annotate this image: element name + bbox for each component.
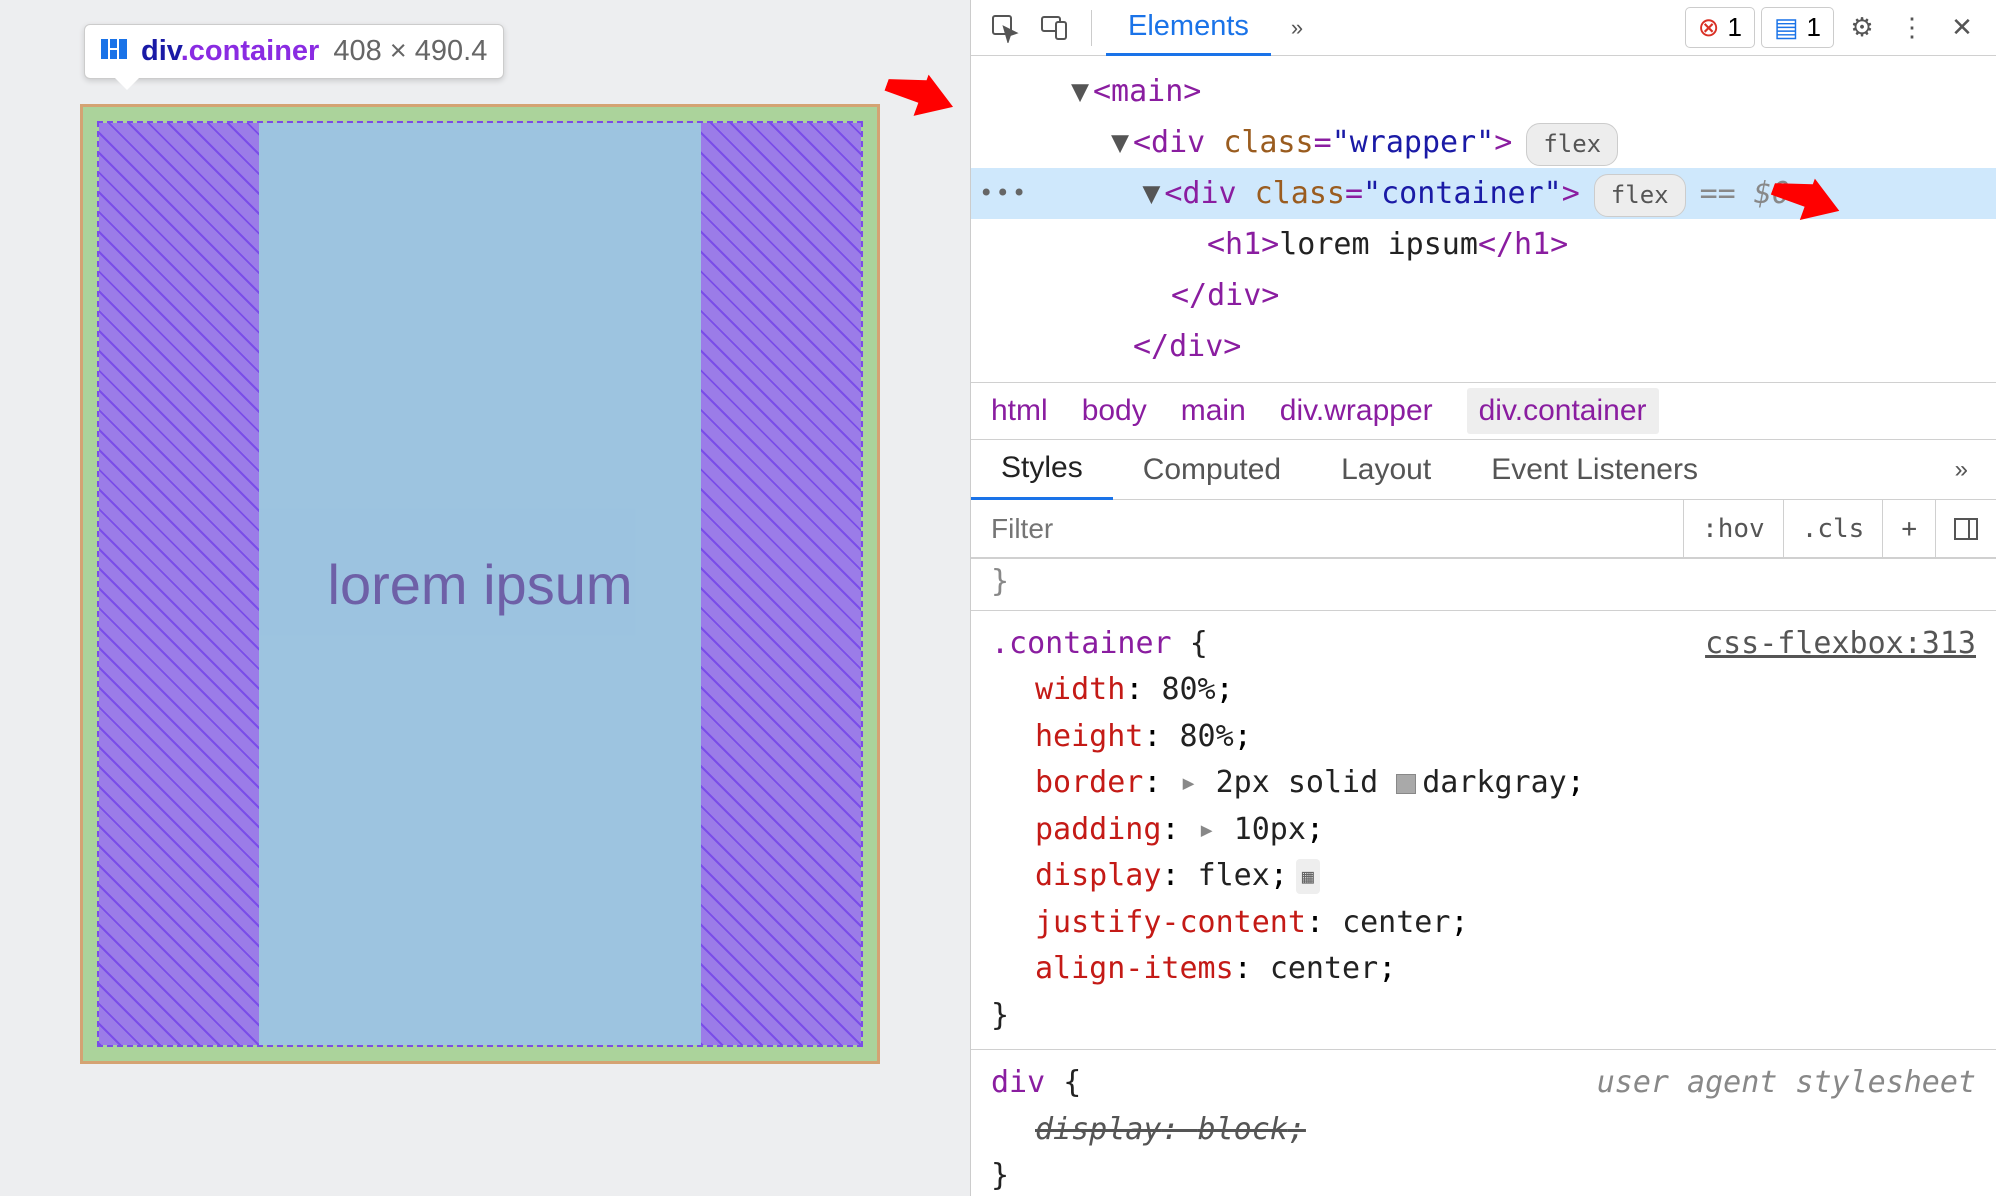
- css-prop-justify-content[interactable]: justify-content: center;: [991, 900, 1976, 947]
- styles-subtabs: Styles Computed Layout Event Listeners »: [971, 440, 1996, 500]
- close-icon[interactable]: ✕: [1940, 6, 1984, 50]
- kebab-menu-icon[interactable]: ⋮: [1890, 6, 1934, 50]
- settings-icon[interactable]: ⚙: [1840, 6, 1884, 50]
- dom-tree[interactable]: ▼<main> ▼<div class="wrapper">flex ••• ▼…: [971, 56, 1996, 382]
- css-rule-div-ua[interactable]: user agent stylesheet div { display: blo…: [971, 1050, 1996, 1196]
- more-subtabs-icon[interactable]: »: [1927, 456, 1996, 484]
- subtab-event-listeners[interactable]: Event Listeners: [1461, 440, 1728, 500]
- flex-badge[interactable]: flex: [1594, 174, 1686, 217]
- more-tabs-icon[interactable]: »: [1277, 15, 1317, 41]
- inspected-element-box: lorem ipsum: [80, 104, 880, 1064]
- css-prop-height[interactable]: height: 80%;: [991, 714, 1976, 761]
- hov-toggle[interactable]: :hov: [1683, 500, 1783, 557]
- expand-dots-icon[interactable]: •••: [971, 173, 1046, 214]
- breadcrumb-main[interactable]: main: [1181, 394, 1246, 428]
- annotation-arrow-left: [869, 60, 961, 157]
- element-tooltip: div.container 408 × 490.4: [84, 24, 504, 79]
- breadcrumb-container[interactable]: div.container: [1467, 388, 1659, 434]
- error-count: 1: [1727, 12, 1741, 43]
- new-rule-button[interactable]: +: [1882, 500, 1935, 557]
- dom-node-wrapper[interactable]: ▼<div class="wrapper">flex: [971, 117, 1996, 168]
- message-badge[interactable]: ▤ 1: [1761, 7, 1834, 48]
- rule-truncated: }: [971, 558, 1996, 611]
- inspected-element-inner: lorem ipsum: [97, 121, 863, 1047]
- flex-space-left: [99, 123, 259, 1045]
- rule-source-ua: user agent stylesheet: [1597, 1060, 1976, 1107]
- subtab-computed[interactable]: Computed: [1113, 440, 1311, 500]
- css-prop-align-items[interactable]: align-items: center;: [991, 946, 1976, 993]
- sidebar-toggle-icon[interactable]: [1935, 500, 1996, 557]
- dom-node-main[interactable]: ▼<main>: [971, 66, 1996, 117]
- flex-space-right: [701, 123, 861, 1045]
- dom-node-h1[interactable]: <h1>lorem ipsum</h1>: [971, 219, 1996, 270]
- devtools-toolbar: Elements » ⊗ 1 ▤ 1 ⚙ ⋮ ✕: [971, 0, 1996, 56]
- subtab-layout[interactable]: Layout: [1311, 440, 1461, 500]
- css-prop-border[interactable]: border: ▸ 2px solid darkgray;: [991, 760, 1976, 807]
- flex-badge[interactable]: flex: [1526, 123, 1618, 166]
- dom-close-container[interactable]: </div>: [971, 270, 1996, 321]
- styles-filter-input[interactable]: [971, 500, 1683, 557]
- breadcrumb-html[interactable]: html: [991, 394, 1048, 428]
- flex-editor-icon[interactable]: ▦: [1296, 859, 1320, 894]
- breadcrumb-wrapper[interactable]: div.wrapper: [1280, 394, 1433, 428]
- css-prop-padding[interactable]: padding: ▸ 10px;: [991, 807, 1976, 854]
- devtools-panel: Elements » ⊗ 1 ▤ 1 ⚙ ⋮ ✕ ▼<main> ▼<div c…: [970, 0, 1996, 1196]
- rule-selector[interactable]: .container: [991, 626, 1172, 661]
- page-heading-text: lorem ipsum: [328, 552, 633, 617]
- styles-filter-bar: :hov .cls +: [971, 500, 1996, 558]
- cls-toggle[interactable]: .cls: [1783, 500, 1883, 557]
- css-prop-display[interactable]: display: flex;▦: [991, 853, 1976, 900]
- css-rule-container[interactable]: css-flexbox:313 .container { width: 80%;…: [971, 611, 1996, 1051]
- error-badge[interactable]: ⊗ 1: [1685, 7, 1755, 48]
- styles-pane[interactable]: } css-flexbox:313 .container { width: 80…: [971, 558, 1996, 1196]
- dom-breadcrumb[interactable]: html body main div.wrapper div.container: [971, 382, 1996, 440]
- subtab-styles[interactable]: Styles: [971, 440, 1113, 500]
- tooltip-dimensions: 408 × 490.4: [333, 35, 487, 68]
- inspect-icon[interactable]: [983, 6, 1027, 50]
- inspected-content: lorem ipsum: [259, 123, 701, 1045]
- rendered-page-pane: div.container 408 × 490.4 lorem ipsum: [0, 0, 970, 1196]
- message-count: 1: [1807, 12, 1821, 43]
- css-prop-width[interactable]: width: 80%;: [991, 667, 1976, 714]
- device-toggle-icon[interactable]: [1033, 6, 1077, 50]
- dom-close-wrapper[interactable]: </div>: [971, 321, 1996, 372]
- tab-elements[interactable]: Elements: [1106, 0, 1271, 56]
- flex-icon: [101, 38, 127, 66]
- error-icon: ⊗: [1698, 12, 1720, 43]
- rule-selector[interactable]: div: [991, 1065, 1045, 1100]
- breadcrumb-body[interactable]: body: [1082, 394, 1147, 428]
- message-icon: ▤: [1774, 12, 1799, 43]
- toolbar-separator: [1091, 10, 1092, 46]
- rule-source-link[interactable]: css-flexbox:313: [1705, 621, 1976, 668]
- color-swatch[interactable]: [1396, 774, 1416, 794]
- tooltip-selector: div.container: [141, 35, 319, 68]
- css-prop-display-overridden[interactable]: display: block;: [991, 1107, 1976, 1154]
